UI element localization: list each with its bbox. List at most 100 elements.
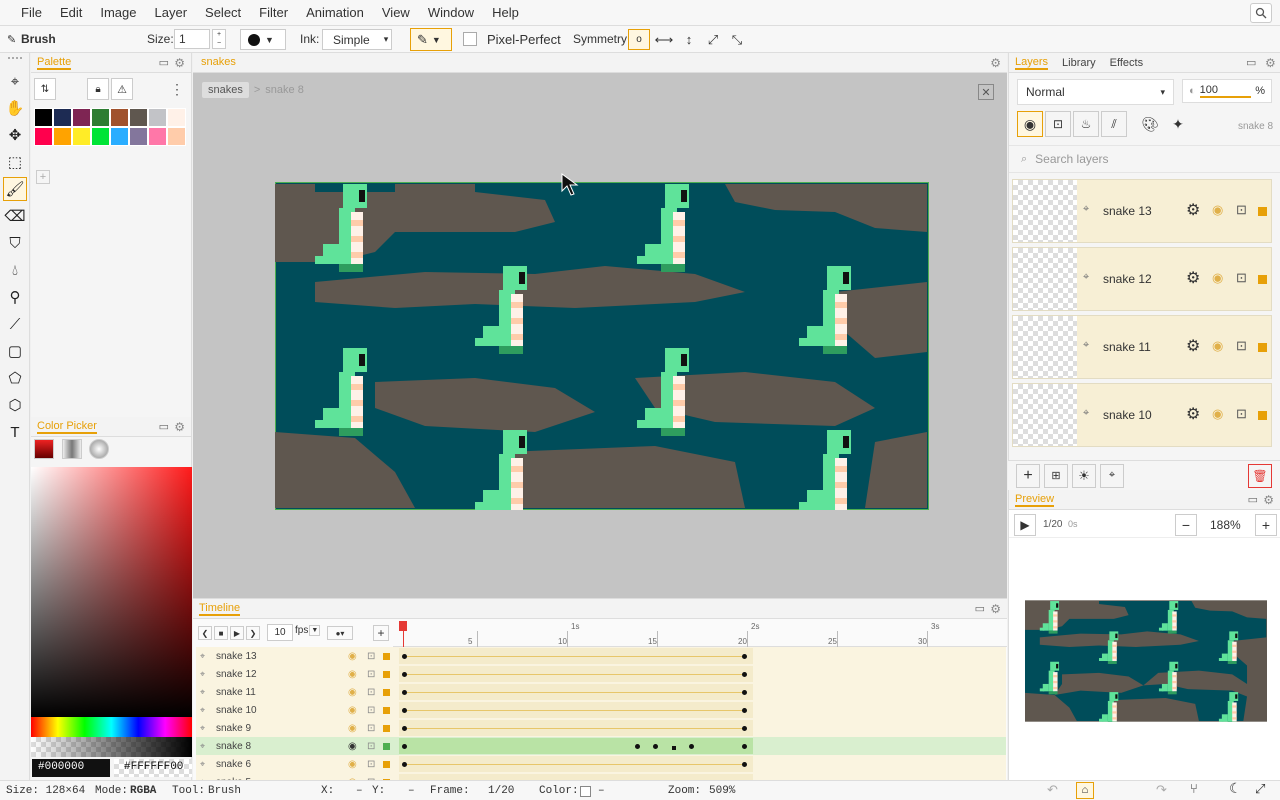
marquee-icon[interactable]: ⬚ (3, 150, 27, 174)
layer-color-swatch[interactable] (383, 670, 390, 678)
eye-icon[interactable]: ◉ (1212, 338, 1223, 354)
breadcrumb-root[interactable]: snakes (202, 82, 249, 98)
gear-icon[interactable]: ⚙ (990, 602, 1001, 616)
minimize-icon[interactable]: ▭ (159, 56, 169, 69)
frame-track[interactable] (399, 666, 753, 682)
timeline-row[interactable]: ⌖ snake 9 ◉ ⊡ (196, 719, 1006, 737)
time-ruler[interactable]: 5 10 15 20 25 30 1s 2s 3s (393, 619, 1007, 647)
symmetry-vertical-icon[interactable]: ↕ (678, 29, 700, 50)
palette-swatch[interactable] (148, 108, 167, 127)
stripes-icon[interactable]: ⫽ (1101, 111, 1127, 137)
lock-icon[interactable]: ⊡ (367, 705, 375, 716)
frame-track[interactable] (399, 684, 753, 700)
stop-icon[interactable]: ■ (214, 626, 228, 640)
layer-card[interactable]: ⌖ snake 11 ⚙ ◉ ⊡ (1012, 315, 1272, 379)
keyframe[interactable] (689, 744, 694, 749)
alpha-slider[interactable] (31, 737, 192, 757)
palette-swatch[interactable] (167, 127, 186, 146)
menu-layer[interactable]: Layer (146, 0, 197, 26)
palette-swatch[interactable] (110, 127, 129, 146)
document-tab[interactable]: snakes (201, 56, 236, 68)
flame-icon[interactable]: ♨ (1073, 111, 1099, 137)
palette-swatch[interactable] (148, 127, 167, 146)
previous-frame-icon[interactable]: ❮ (198, 626, 212, 640)
drag-handle[interactable] (8, 57, 22, 63)
menu-image[interactable]: Image (91, 0, 145, 26)
lock-icon[interactable]: ⊡ (1236, 202, 1247, 218)
layer-color-swatch[interactable] (1258, 275, 1267, 284)
rectangle-icon[interactable]: ▢ (3, 339, 27, 363)
pixel-perfect-checkbox[interactable] (463, 32, 477, 46)
lock-icon[interactable]: ⊡ (367, 669, 375, 680)
layer-card[interactable]: ⌖ snake 12 ⚙ ◉ ⊡ (1012, 247, 1272, 311)
eyedropper-icon[interactable]: ⚲ (3, 285, 27, 309)
keyframe[interactable] (402, 744, 407, 749)
text-icon[interactable]: T (3, 420, 27, 444)
palette-swatch[interactable] (72, 127, 91, 146)
minimize-icon[interactable]: ▭ (1246, 56, 1256, 69)
menu-file[interactable]: File (12, 0, 51, 26)
eye-icon[interactable]: ◉ (348, 759, 357, 770)
lock-icon[interactable]: ⊡ (1236, 270, 1247, 286)
more-options-icon[interactable]: ⋮ (170, 78, 184, 100)
timeline-row[interactable]: ⌖ snake 6 ◉ ⊡ (196, 755, 1006, 773)
frame-track[interactable] (399, 756, 753, 772)
onion-skin-dropdown[interactable]: ●▾ (327, 626, 353, 640)
eye-icon[interactable]: ◉ (1017, 111, 1043, 137)
eye-icon[interactable]: ◉ (348, 687, 357, 698)
keyframe[interactable] (742, 672, 747, 677)
lock-icon[interactable]: ⊡ (1045, 111, 1071, 137)
menu-window[interactable]: Window (419, 0, 483, 26)
layer-color-swatch[interactable] (383, 688, 390, 696)
timeline-title[interactable]: Timeline (199, 602, 241, 616)
layer-color-swatch[interactable] (1258, 343, 1267, 352)
blend-mode-dropdown[interactable]: Normal ▾ (1017, 79, 1174, 105)
move-icon[interactable]: ✥ (3, 123, 27, 147)
light-icon[interactable]: ☀ (1072, 463, 1096, 488)
palette-swatch[interactable] (129, 108, 148, 127)
search-icon[interactable] (1250, 3, 1272, 23)
sprite-canvas[interactable] (275, 182, 929, 510)
lock-icon[interactable]: ⊡ (367, 759, 375, 770)
keyframe[interactable] (742, 708, 747, 713)
ink-dropdown[interactable]: Simple ▾ (322, 29, 392, 50)
eraser-icon[interactable]: ⌫ (3, 204, 27, 228)
lock-icon[interactable]: ⊡ (367, 651, 375, 662)
layer-color-swatch[interactable] (383, 652, 390, 660)
palette-icon[interactable]: 🎨︎ (1137, 111, 1163, 137)
background-color-hex[interactable]: #FFFFFF00 (114, 759, 192, 777)
layer-settings-icon[interactable]: ⚙ (1186, 200, 1200, 220)
camera-icon[interactable]: ⌖ (3, 69, 27, 93)
eye-icon[interactable]: ◉ (348, 705, 357, 716)
home-icon[interactable]: ⌂ (1076, 782, 1094, 799)
preview-title[interactable]: Preview (1015, 493, 1055, 507)
minimize-icon[interactable]: ▭ (975, 602, 985, 615)
color-picker-title[interactable]: Color Picker (37, 420, 97, 434)
frame-track[interactable] (399, 720, 753, 736)
fullscreen-icon[interactable]: ⤢ (1255, 782, 1265, 797)
eye-icon[interactable]: ◉ (348, 723, 357, 734)
fps-input[interactable]: 10 (267, 624, 293, 641)
layer-settings-icon[interactable]: ⚙ (1186, 268, 1200, 288)
symmetry-diagonal-icon[interactable]: ⤢ (702, 29, 724, 50)
keyframe[interactable] (742, 690, 747, 695)
palette-swatch[interactable] (53, 127, 72, 146)
color-mode-wheel-button[interactable] (89, 439, 109, 459)
lock-icon[interactable]: ⊡ (1236, 338, 1247, 354)
opacity-input[interactable]: ◐ 100 % (1182, 79, 1272, 103)
delete-layer-icon[interactable]: 🗑︎ (1248, 463, 1272, 488)
close-icon[interactable]: ✕ (978, 84, 994, 100)
menu-help[interactable]: Help (483, 0, 528, 26)
moon-icon[interactable]: ☾ (1229, 781, 1242, 798)
palette-swatch[interactable] (91, 127, 110, 146)
hand-icon[interactable]: ✋ (3, 96, 27, 120)
next-frame-icon[interactable]: ❯ (246, 626, 260, 640)
timeline-row[interactable]: ⌖ snake 8 ◉ ⊡ (196, 737, 1006, 755)
layer-color-swatch[interactable] (383, 724, 390, 732)
keyframe[interactable] (635, 744, 640, 749)
palette-swatch[interactable] (91, 108, 110, 127)
zoom-out-icon[interactable]: − (1175, 514, 1197, 536)
brush-shape-dropdown[interactable]: ▼ (240, 29, 286, 50)
eye-icon[interactable]: ◉ (348, 741, 357, 752)
tab-layers[interactable]: Layers (1015, 56, 1049, 70)
